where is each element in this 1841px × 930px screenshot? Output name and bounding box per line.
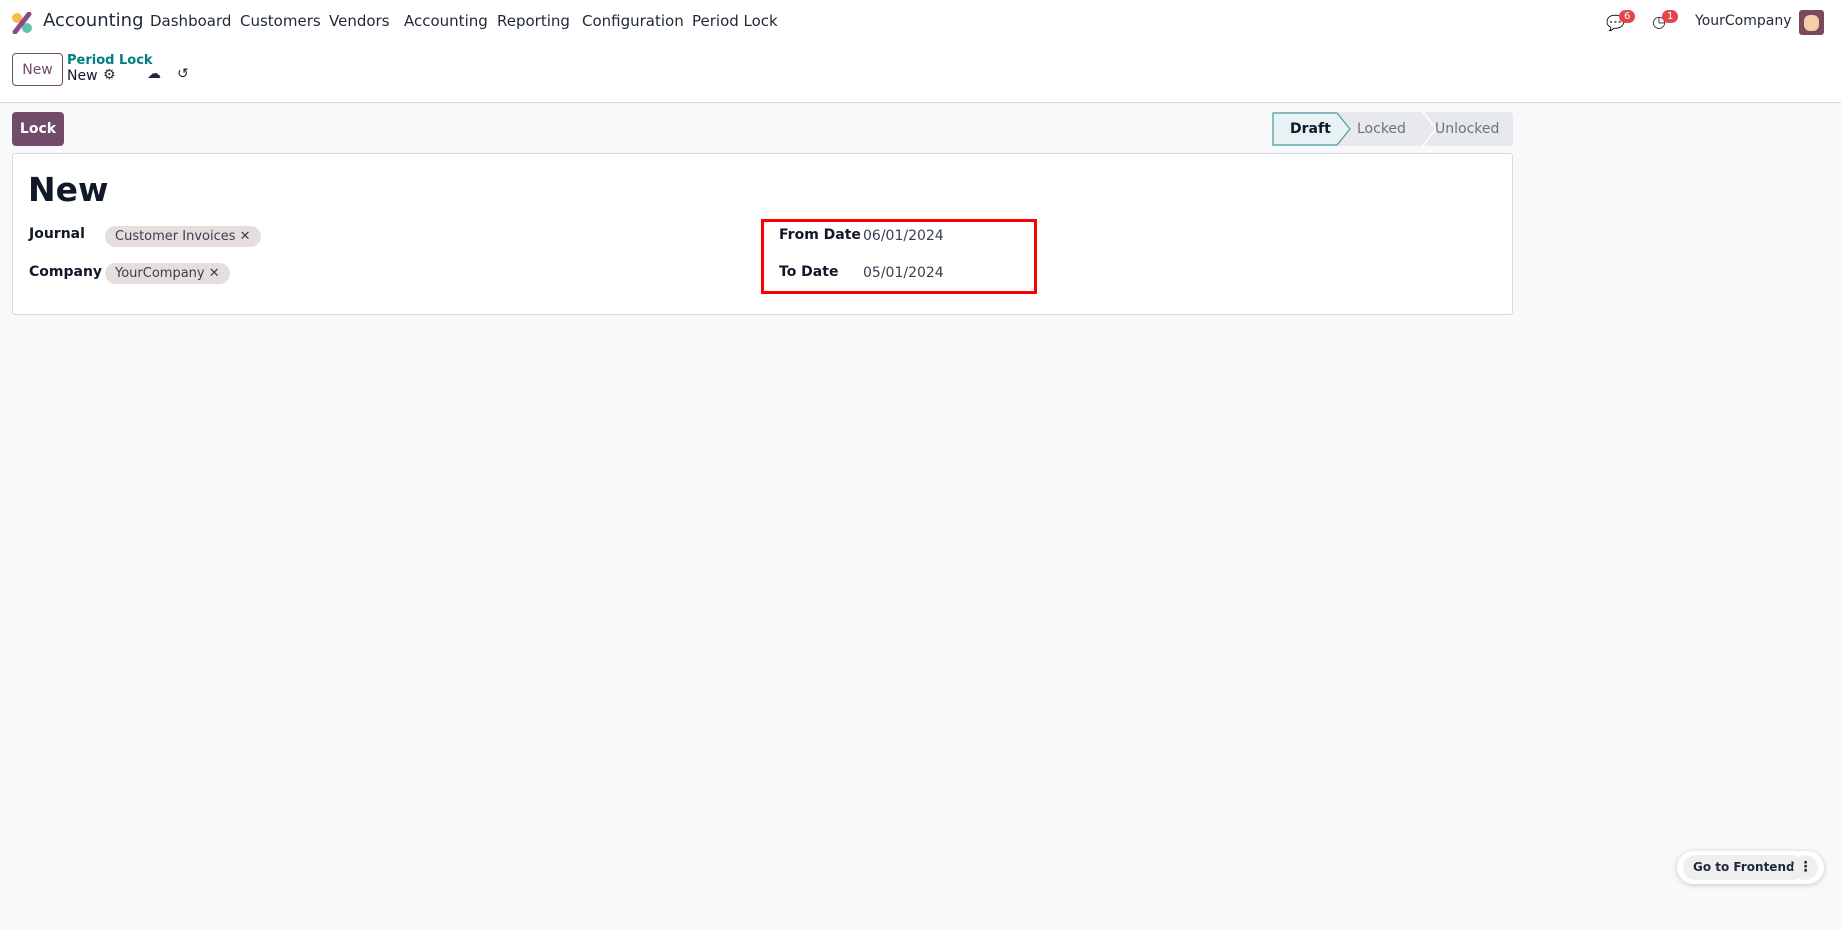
menu-vendors[interactable]: Vendors bbox=[329, 12, 390, 30]
statusbar: Draft Locked Unlocked bbox=[1272, 112, 1513, 146]
activities-badge: 1 bbox=[1662, 10, 1679, 23]
gear-icon[interactable]: ⚙ bbox=[103, 67, 116, 83]
remove-tag-icon[interactable]: ✕ bbox=[240, 229, 251, 244]
menu-accounting[interactable]: Accounting bbox=[404, 12, 488, 30]
journal-tag-text: Customer Invoices bbox=[115, 229, 236, 244]
discard-icon[interactable]: ↺ bbox=[177, 66, 189, 82]
journal-label: Journal bbox=[29, 226, 85, 242]
new-button[interactable]: New bbox=[12, 53, 63, 86]
company-tag-text: YourCompany bbox=[115, 266, 205, 281]
app-name[interactable]: Accounting bbox=[43, 10, 144, 31]
menu-customers[interactable]: Customers bbox=[240, 12, 321, 30]
lock-button[interactable]: Lock bbox=[12, 112, 64, 146]
to-date-field[interactable]: 05/01/2024 bbox=[863, 265, 944, 281]
app-logo-icon[interactable] bbox=[11, 12, 33, 34]
from-date-label: From Date bbox=[779, 227, 861, 243]
menu-dashboard[interactable]: Dashboard bbox=[150, 12, 231, 30]
stage-locked[interactable]: Locked bbox=[1357, 112, 1406, 146]
to-date-label: To Date bbox=[779, 264, 839, 280]
journal-tag: Customer Invoices ✕ bbox=[105, 226, 261, 247]
from-date-field[interactable]: 06/01/2024 bbox=[863, 228, 944, 244]
menu-configuration[interactable]: Configuration bbox=[582, 12, 684, 30]
breadcrumb-current: New bbox=[67, 68, 98, 84]
company-tag: YourCompany ✕ bbox=[105, 263, 230, 284]
more-options-icon[interactable]: ⋮ bbox=[1793, 855, 1818, 880]
user-avatar[interactable] bbox=[1799, 10, 1824, 35]
save-cloud-icon[interactable]: ☁ bbox=[147, 66, 161, 82]
frontend-widget: Go to Frontend ⋮ bbox=[1677, 851, 1824, 884]
stage-draft[interactable]: Draft bbox=[1290, 112, 1331, 146]
menu-reporting[interactable]: Reporting bbox=[497, 12, 570, 30]
remove-tag-icon[interactable]: ✕ bbox=[209, 266, 220, 281]
company-label: Company bbox=[29, 264, 103, 280]
messages-badge: 6 bbox=[1619, 10, 1636, 23]
stage-unlocked[interactable]: Unlocked bbox=[1435, 112, 1499, 146]
go-to-frontend-button[interactable]: Go to Frontend bbox=[1683, 855, 1805, 880]
record-title[interactable]: New bbox=[28, 170, 109, 209]
company-switcher[interactable]: YourCompany bbox=[1695, 13, 1792, 29]
breadcrumb-parent[interactable]: Period Lock bbox=[67, 53, 153, 68]
menu-period-lock[interactable]: Period Lock bbox=[692, 12, 778, 30]
